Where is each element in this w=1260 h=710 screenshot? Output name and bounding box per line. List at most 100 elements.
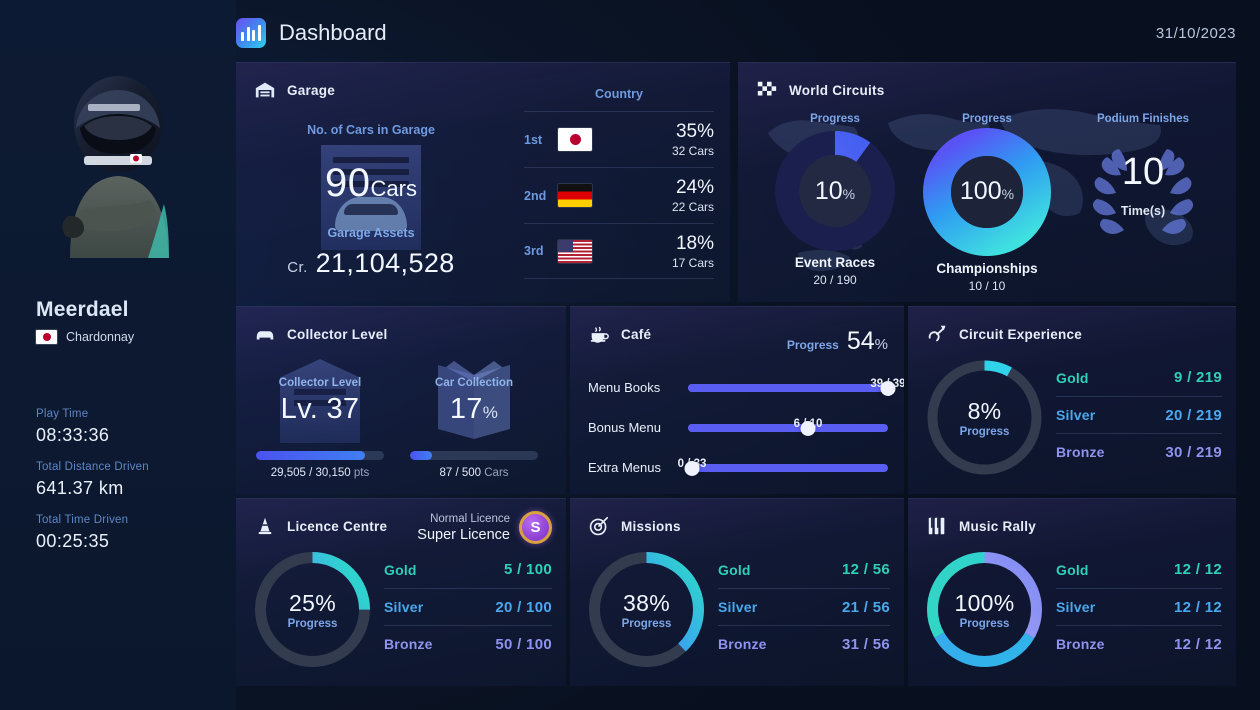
slider-track[interactable]: 39 / 39 — [688, 378, 904, 396]
garage-assets-label: Garage Assets — [327, 226, 415, 240]
traffic-cone-icon — [258, 517, 272, 535]
podium-unit: Time(s) — [1120, 204, 1166, 218]
credits-prefix: Cr. — [287, 259, 308, 276]
medal-value-silver: 20 / 100 — [495, 598, 552, 616]
progress-unit: pts — [353, 467, 370, 479]
licence-medals: Gold 5 / 100 Silver 20 / 100 Bronze 50 /… — [384, 551, 552, 662]
table-row[interactable]: Gold 12 / 12 — [1056, 551, 1222, 588]
donut-progress-label: Progress — [959, 617, 1010, 630]
medal-name-gold: Gold — [384, 561, 417, 578]
licence-badge[interactable]: Normal Licence Super Licence S — [417, 511, 552, 544]
table-row[interactable]: Bronze 50 / 100 — [384, 625, 552, 662]
medal-value-gold: 5 / 100 — [504, 561, 552, 578]
panel-missions[interactable]: Missions 38% Progress Gold 12 / 56 Silve… — [570, 498, 904, 686]
donut-percent: 38% — [623, 589, 670, 616]
jp-flag-icon — [558, 128, 592, 151]
panel-garage[interactable]: Garage No. of Cars in Garage 90Cars Gara… — [236, 62, 730, 302]
progress-fraction: 87 / 500 — [439, 467, 482, 479]
table-row[interactable]: 3rd 18% 17 Cars — [524, 223, 714, 279]
table-row[interactable]: 1st 35% 32 Cars — [524, 111, 714, 167]
collector-badge-value: Lv. 37 — [280, 393, 360, 425]
licence-donut: 25% Progress — [250, 547, 375, 672]
panel-collector-level[interactable]: Collector Level Collector Level Lv. 37 2… — [236, 306, 566, 494]
donut-unit: % — [1001, 186, 1015, 202]
wc-name: Event Races — [794, 255, 876, 270]
cafe-progress-label: Progress — [786, 338, 839, 352]
table-row[interactable]: Silver 21 / 56 — [718, 588, 890, 625]
table-row[interactable]: Gold 5 / 100 — [384, 551, 552, 588]
cafe-row-label: Extra Menus — [588, 460, 661, 475]
table-row[interactable]: Gold 9 / 219 — [1056, 359, 1222, 396]
world-circuits-event-races: Progress 10% Event Races 20 / 190 — [760, 113, 910, 287]
table-row[interactable]: Gold 12 / 56 — [718, 551, 890, 588]
medal-value-gold: 12 / 12 — [1174, 561, 1222, 578]
avatar — [0, 58, 236, 268]
cafe-row-bonus-menu[interactable]: Bonus Menu 6 / 10 — [588, 409, 888, 449]
table-row[interactable]: Bronze 12 / 12 — [1056, 625, 1222, 662]
panel-title: Missions — [621, 518, 681, 534]
slider-knob[interactable] — [880, 380, 896, 396]
table-row[interactable]: 2nd 24% 22 Cars — [524, 167, 714, 223]
driver-avatar-illustration — [62, 76, 169, 258]
car-collection-progress-text: 87 / 500 Cars — [404, 467, 544, 479]
donut-value: 10 — [814, 177, 843, 205]
donut-center: 100% Progress — [922, 547, 1047, 672]
table-row[interactable]: Bronze 31 / 56 — [718, 625, 890, 662]
medal-name-gold: Gold — [718, 561, 751, 578]
car-collection-label: Car Collection — [435, 377, 513, 389]
country-cars: 32 Cars — [671, 144, 714, 158]
country-percent: 35% — [675, 121, 714, 142]
panel-collector-header: Collector Level — [254, 323, 388, 345]
piano-keys-icon — [928, 517, 945, 535]
medal-value-silver: 20 / 219 — [1165, 406, 1222, 424]
coffee-cup-icon — [590, 326, 609, 343]
medal-name-bronze: Bronze — [718, 636, 767, 652]
collector-level-progress-bar — [256, 451, 384, 460]
cafe-row-label: Bonus Menu — [588, 420, 661, 435]
panel-licence-centre[interactable]: Licence Centre Normal Licence Super Lice… — [236, 498, 566, 686]
medal-value-bronze: 31 / 56 — [842, 635, 890, 653]
country-values: 18% 17 Cars — [592, 233, 714, 270]
wc-sub: 10 / 10 — [968, 279, 1006, 293]
medal-name-silver: Silver — [718, 599, 758, 615]
donut-center: 38% Progress — [584, 547, 709, 672]
wc-sub: 20 / 190 — [813, 273, 857, 287]
wc-name: Championships — [936, 261, 1038, 276]
panel-world-circuits[interactable]: World Circuits Progress 10% Event Races … — [738, 62, 1236, 302]
panel-missions-header: Missions — [588, 515, 681, 537]
panel-title: Circuit Experience — [959, 326, 1083, 342]
country-values: 24% 22 Cars — [592, 177, 714, 214]
stat-value: 08:33:36 — [36, 425, 110, 445]
donut-center: 8% Progress — [922, 355, 1047, 480]
world-circuits-podium-finishes: Podium Finishes 10 Time(s) — [1068, 113, 1218, 249]
cafe-row-menu-books[interactable]: Menu Books 39 / 39 — [588, 369, 904, 409]
page-title: Dashboard — [279, 20, 387, 45]
slider-track[interactable]: 6 / 10 — [688, 418, 888, 436]
cars-count: 90Cars — [236, 161, 506, 206]
panel-circuit-experience[interactable]: Circuit Experience 8% Progress Gold 9 / … — [908, 306, 1236, 494]
panel-title: Music Rally — [959, 518, 1037, 534]
table-row[interactable]: Silver 20 / 219 — [1056, 396, 1222, 433]
header-branding: Dashboard — [236, 18, 387, 48]
panel-cafe[interactable]: Café Progress 54% Menu Books 39 / 39 Bon… — [570, 306, 904, 494]
target-check-icon — [589, 516, 609, 536]
panel-music-rally[interactable]: Music Rally 100% Progress Gold 12 / 12 S… — [908, 498, 1236, 686]
car-collection-block: Car Collection 17% 87 / 500 Cars — [404, 359, 544, 479]
panel-garage-header: Garage — [254, 79, 335, 101]
cafe-progress-value: 54% — [847, 327, 888, 356]
table-row[interactable]: Silver 20 / 100 — [384, 588, 552, 625]
bar-chart-icon — [236, 18, 266, 48]
slider-knob[interactable] — [800, 420, 816, 436]
slider-track[interactable]: 0 / 33 — [678, 458, 888, 476]
panel-circuit-experience-header: Circuit Experience — [926, 323, 1082, 345]
donut-progress-label: Progress — [959, 425, 1010, 438]
country-percent: 24% — [675, 177, 714, 198]
medal-value-bronze: 30 / 219 — [1165, 443, 1222, 461]
podium-wreath-graphic: 10 Time(s) — [1073, 129, 1213, 249]
donut-center-value: 10% — [775, 177, 895, 206]
donut-percent: 8% — [967, 397, 1002, 424]
slider-knob[interactable] — [684, 460, 700, 476]
cafe-row-extra-menus[interactable]: Extra Menus 0 / 33 — [588, 449, 888, 489]
table-row[interactable]: Bronze 30 / 219 — [1056, 433, 1222, 470]
table-row[interactable]: Silver 12 / 12 — [1056, 588, 1222, 625]
